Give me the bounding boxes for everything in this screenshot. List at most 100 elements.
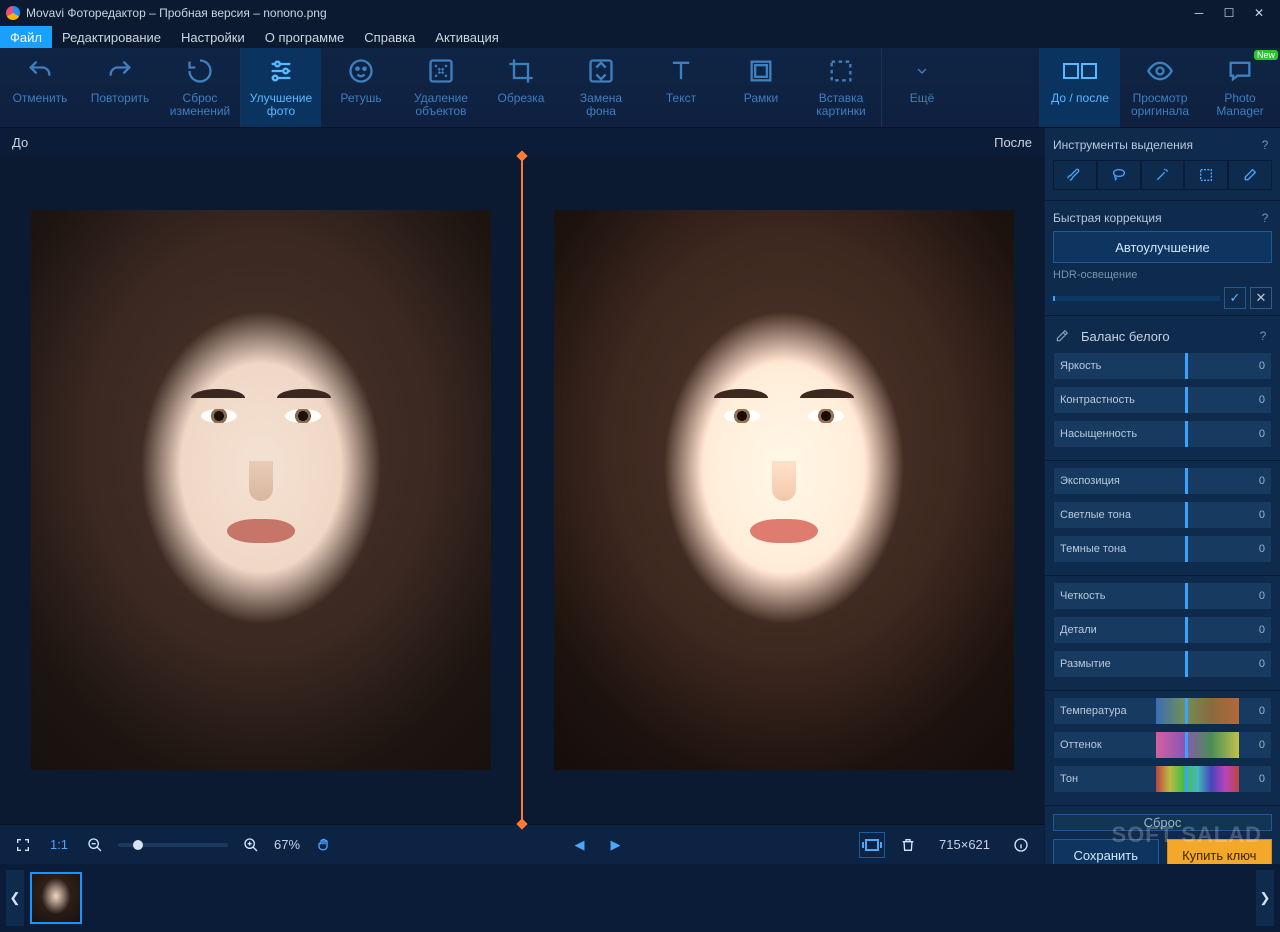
face-icon bbox=[347, 54, 375, 88]
menu-help[interactable]: Справка bbox=[354, 26, 425, 48]
zoom-out-button[interactable] bbox=[82, 832, 108, 858]
auto-enhance-button[interactable]: Автоулучшение bbox=[1053, 231, 1272, 263]
insert-image-button[interactable]: Вставка картинки bbox=[801, 48, 881, 127]
help-icon[interactable]: ? bbox=[1258, 211, 1272, 225]
text-button[interactable]: Текст bbox=[641, 48, 721, 127]
retouch-button[interactable]: Ретушь bbox=[321, 48, 401, 127]
app-icon bbox=[6, 6, 20, 20]
zoom-slider[interactable] bbox=[118, 843, 228, 847]
quick-correction-title: Быстрая коррекция bbox=[1053, 211, 1162, 225]
film-strip: ❮ ❯ bbox=[0, 864, 1280, 932]
after-pane[interactable] bbox=[523, 156, 1044, 824]
marquee-icon bbox=[827, 54, 855, 88]
buy-key-button[interactable]: Купить ключ bbox=[1167, 839, 1273, 864]
undo-icon bbox=[26, 54, 54, 88]
titlebar: Movavi Фоторедактор – Пробная версия – n… bbox=[0, 0, 1280, 26]
delete-button[interactable] bbox=[895, 832, 921, 858]
slider-sliders_a-2[interactable]: Насыщенность0 bbox=[1053, 420, 1272, 448]
menubar: Файл Редактирование Настройки О программ… bbox=[0, 26, 1280, 48]
photo-before bbox=[31, 210, 491, 770]
thumbnail[interactable] bbox=[30, 872, 82, 924]
adjustments-panel: Инструменты выделения? Быстрая коррекция… bbox=[1044, 128, 1280, 864]
menu-activation[interactable]: Активация bbox=[425, 26, 508, 48]
before-label: До bbox=[12, 135, 28, 150]
slider-sliders_b-1[interactable]: Светлые тона0 bbox=[1053, 501, 1272, 529]
strip-prev-button[interactable]: ❮ bbox=[6, 870, 24, 926]
slider-sliders_a-1[interactable]: Контрастность0 bbox=[1053, 386, 1272, 414]
before-pane[interactable] bbox=[0, 156, 521, 824]
reset-button[interactable]: Сброс bbox=[1053, 814, 1272, 831]
change-bg-button[interactable]: Замена фона bbox=[561, 48, 641, 127]
slider-sliders_a-0[interactable]: Яркость0 bbox=[1053, 352, 1272, 380]
eyedropper-icon[interactable] bbox=[1055, 329, 1073, 343]
slider-sliders_d-0[interactable]: Температура0 bbox=[1053, 697, 1272, 725]
fullscreen-button[interactable] bbox=[10, 832, 36, 858]
new-badge: New bbox=[1254, 50, 1278, 60]
slider-sliders_c-2[interactable]: Размытие0 bbox=[1053, 650, 1272, 678]
selection-tools-title: Инструменты выделения bbox=[1053, 138, 1193, 152]
menu-settings[interactable]: Настройки bbox=[171, 26, 255, 48]
enhance-photo-button[interactable]: Улучшение фото bbox=[241, 48, 321, 127]
after-label: После bbox=[994, 135, 1032, 150]
hdr-slider[interactable] bbox=[1053, 296, 1220, 301]
save-button[interactable]: Сохранить bbox=[1053, 839, 1159, 864]
reset-icon bbox=[186, 54, 214, 88]
slider-sliders_b-2[interactable]: Темные тона0 bbox=[1053, 535, 1272, 563]
chevron-down-icon bbox=[914, 54, 930, 88]
lasso-select-tool[interactable] bbox=[1097, 160, 1141, 190]
eye-icon bbox=[1146, 54, 1174, 88]
undo-button[interactable]: Отменить bbox=[0, 48, 80, 127]
menu-edit[interactable]: Редактирование bbox=[52, 26, 171, 48]
photo-manager-button[interactable]: New Photo Manager bbox=[1200, 48, 1280, 127]
menu-file[interactable]: Файл bbox=[0, 26, 52, 48]
strip-next-button[interactable]: ❯ bbox=[1256, 870, 1274, 926]
eraser-select-tool[interactable] bbox=[1228, 160, 1272, 190]
slider-sliders_c-0[interactable]: Четкость0 bbox=[1053, 582, 1272, 610]
fit-button[interactable] bbox=[859, 832, 885, 858]
wand-select-tool[interactable] bbox=[1141, 160, 1185, 190]
help-icon[interactable]: ? bbox=[1258, 138, 1272, 152]
slider-sliders_b-0[interactable]: Экспозиция0 bbox=[1053, 467, 1272, 495]
zoom-actual-button[interactable]: 1:1 bbox=[46, 832, 72, 858]
info-button[interactable] bbox=[1008, 832, 1034, 858]
window-title: Movavi Фоторедактор – Пробная версия – n… bbox=[26, 6, 327, 20]
pan-button[interactable] bbox=[310, 832, 336, 858]
status-bar: 1:1 67% ◀ ▶ 715×621 bbox=[0, 824, 1044, 864]
minimize-button[interactable]: ─ bbox=[1184, 0, 1214, 26]
marquee-select-tool[interactable] bbox=[1184, 160, 1228, 190]
slider-sliders_d-2[interactable]: Тон0 bbox=[1053, 765, 1272, 793]
reset-changes-button[interactable]: Сброс изменений bbox=[160, 48, 240, 127]
more-button[interactable]: Ещё bbox=[882, 48, 962, 127]
maximize-button[interactable]: ☐ bbox=[1214, 0, 1244, 26]
close-button[interactable]: ✕ bbox=[1244, 0, 1274, 26]
crop-button[interactable]: Обрезка bbox=[481, 48, 561, 127]
photo-after bbox=[554, 210, 1014, 770]
brush-select-tool[interactable] bbox=[1053, 160, 1097, 190]
frame-icon bbox=[747, 54, 775, 88]
zoom-in-button[interactable] bbox=[238, 832, 264, 858]
text-icon bbox=[667, 54, 695, 88]
hdr-label: HDR-освещение bbox=[1053, 269, 1137, 281]
hdr-cancel-button[interactable]: ✕ bbox=[1250, 287, 1272, 309]
sliders-icon bbox=[267, 54, 295, 88]
frames-button[interactable]: Рамки bbox=[721, 48, 801, 127]
redo-icon bbox=[106, 54, 134, 88]
next-button[interactable]: ▶ bbox=[603, 832, 629, 858]
main-toolbar: Отменить Повторить Сброс изменений Улучш… bbox=[0, 48, 1280, 128]
hdr-apply-button[interactable]: ✓ bbox=[1224, 287, 1246, 309]
prev-button[interactable]: ◀ bbox=[567, 832, 593, 858]
image-dimensions: 715×621 bbox=[939, 837, 990, 852]
zoom-value: 67% bbox=[274, 837, 300, 852]
slider-sliders_c-1[interactable]: Детали0 bbox=[1053, 616, 1272, 644]
view-original-button[interactable]: Просмотр оригинала bbox=[1120, 48, 1200, 127]
chat-icon bbox=[1226, 54, 1254, 88]
erase-icon bbox=[427, 54, 455, 88]
redo-button[interactable]: Повторить bbox=[80, 48, 160, 127]
slider-sliders_d-1[interactable]: Оттенок0 bbox=[1053, 731, 1272, 759]
crop-icon bbox=[507, 54, 535, 88]
menu-about[interactable]: О программе bbox=[255, 26, 355, 48]
before-after-button[interactable]: До / после bbox=[1040, 48, 1120, 127]
canvas-area: До После 1:1 67% bbox=[0, 128, 1044, 864]
help-icon[interactable]: ? bbox=[1256, 329, 1270, 343]
remove-objects-button[interactable]: Удаление объектов bbox=[401, 48, 481, 127]
